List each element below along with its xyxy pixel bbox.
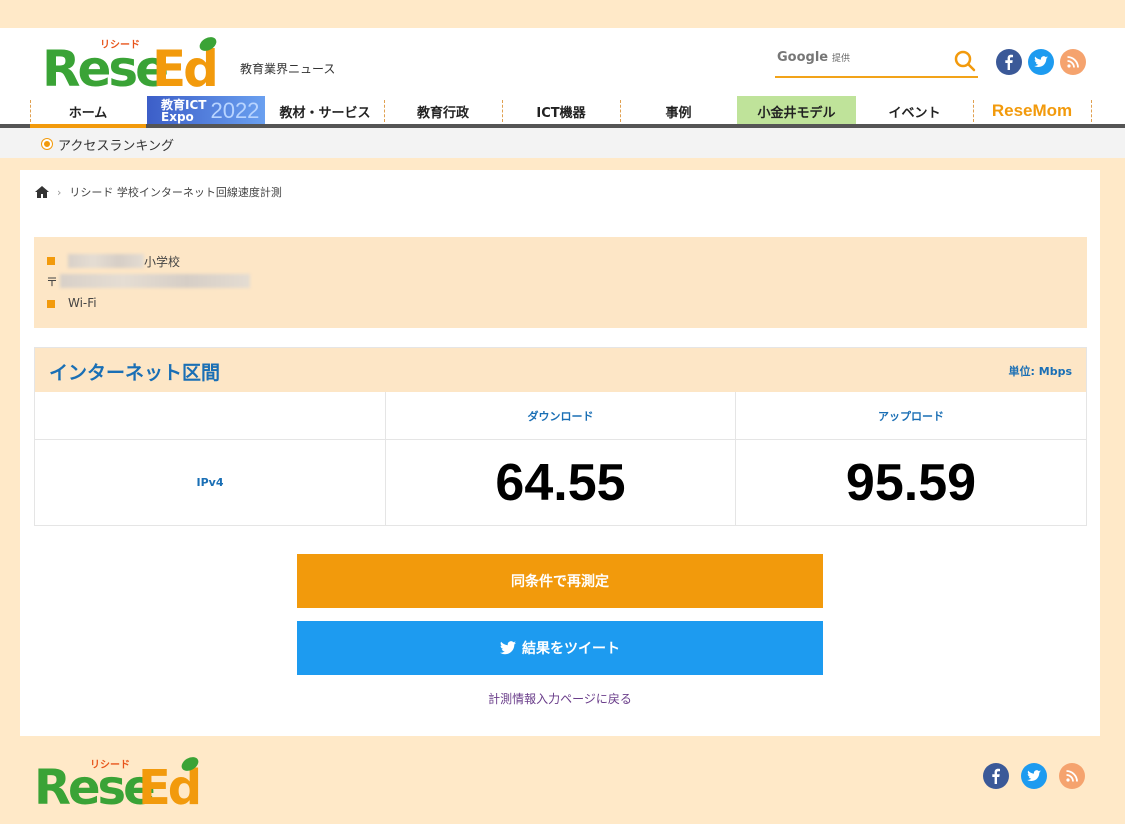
svg-text:Rese: Rese (42, 40, 167, 90)
nav-ict-devices[interactable]: ICT機器 (502, 96, 620, 126)
bullet-icon (47, 300, 55, 308)
tweet-button[interactable]: 結果をツイート (297, 621, 823, 675)
footer-facebook-icon[interactable] (983, 763, 1009, 789)
chevron-right-icon: › (57, 185, 62, 199)
twitter-icon[interactable] (1028, 49, 1054, 75)
breadcrumb: › リシード 学校インターネット回線速度計測 (35, 184, 282, 200)
redacted-school-name (68, 254, 144, 268)
reseed-logo[interactable]: リシード Rese Ed (42, 32, 222, 90)
search-icon[interactable] (954, 50, 976, 72)
nav-materials[interactable]: 教材・サービス (266, 96, 384, 126)
main-nav: ホーム 教育ICT Expo 2022 教材・サービス 教育行政 ICT機器 事… (0, 96, 1125, 126)
main-content: › リシード 学校インターネット回線速度計測 小学校 〒 Wi-Fi インターネ… (20, 170, 1100, 736)
nav-divider (1091, 100, 1092, 122)
footer-twitter-icon[interactable] (1021, 763, 1047, 789)
download-header: ダウンロード (386, 392, 736, 440)
upload-header: アップロード (736, 392, 1086, 440)
nav-events[interactable]: イベント (856, 96, 973, 126)
download-value: 64.55 (386, 440, 736, 525)
connection-type: Wi-Fi (68, 296, 97, 310)
bullet-icon (42, 139, 52, 149)
redacted-address (60, 274, 250, 288)
twitter-bird-icon (500, 641, 516, 655)
school-info: 小学校 〒 Wi-Fi (34, 237, 1087, 328)
upload-value: 95.59 (845, 453, 977, 512)
postal-mark: 〒 (46, 275, 59, 289)
speed-result-table: インターネット区間 単位: Mbps ダウンロード アップロード IPv4 64… (34, 347, 1087, 526)
home-icon[interactable] (35, 186, 49, 198)
ipv4-label: IPv4 (35, 440, 386, 525)
school-suffix: 小学校 (144, 255, 181, 269)
nav-administration[interactable]: 教育行政 (384, 96, 502, 126)
result-title: インターネット区間 (49, 362, 221, 384)
bullet-icon (47, 257, 55, 265)
site-header: リシード Rese Ed 教育業界ニュース Google 提供 ホーム 教育IC… (0, 28, 1125, 126)
nav-koganei-model[interactable]: 小金井モデル (737, 96, 856, 126)
google-brand: Google 提供 (777, 50, 850, 65)
nav-ict-expo[interactable]: 教育ICT Expo 2022 (147, 96, 265, 126)
site-tagline: 教育業界ニュース (240, 62, 336, 76)
facebook-icon[interactable] (996, 49, 1022, 75)
footer-rss-icon[interactable] (1059, 763, 1085, 789)
search-box[interactable]: Google 提供 (775, 44, 978, 78)
nav-resemom[interactable]: ReseMom (973, 96, 1091, 126)
nav-home[interactable]: ホーム (30, 96, 146, 126)
result-header: インターネット区間 単位: Mbps (35, 348, 1086, 392)
remeasure-button[interactable]: 同条件で再測定 (297, 554, 823, 608)
sub-nav: アクセスランキング (0, 128, 1125, 158)
breadcrumb-current: リシード 学校インターネット回線速度計測 (69, 186, 282, 199)
footer-reseed-logo[interactable]: リシード Rese Ed (34, 752, 204, 810)
rss-icon[interactable] (1060, 49, 1086, 75)
nav-cases[interactable]: 事例 (620, 96, 737, 126)
back-link[interactable]: 計測情報入力ページに戻る (20, 690, 1100, 707)
access-ranking-link[interactable]: アクセスランキング (58, 135, 174, 154)
empty-header-cell (35, 392, 386, 440)
result-unit: 単位: Mbps (1008, 365, 1072, 378)
svg-text:Rese: Rese (34, 760, 154, 810)
